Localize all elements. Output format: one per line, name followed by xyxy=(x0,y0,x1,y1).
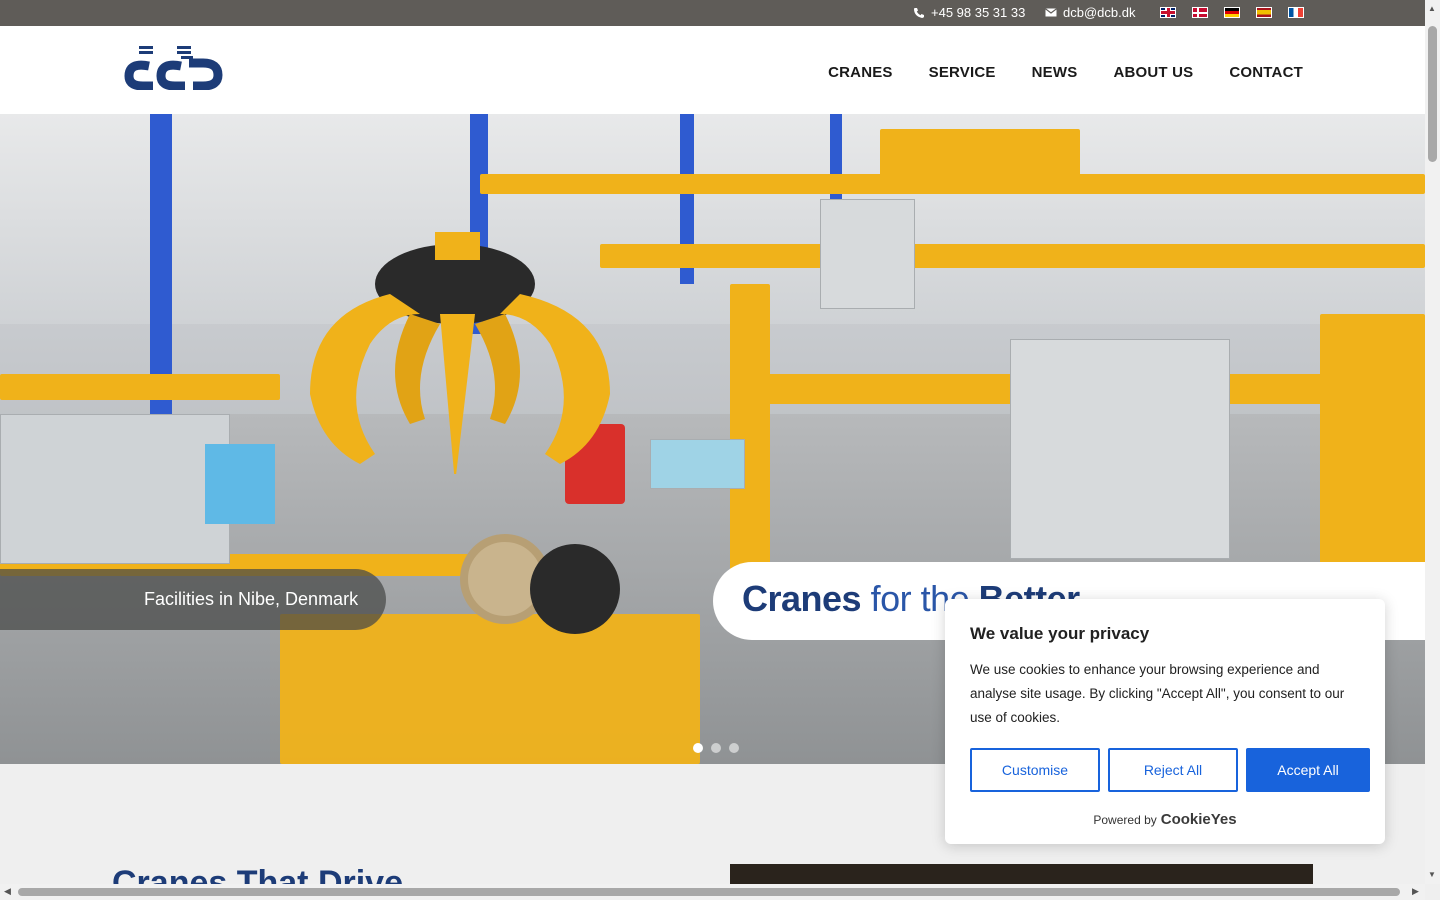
dcb-logo[interactable] xyxy=(123,46,223,90)
slider-dot-1[interactable] xyxy=(693,743,703,753)
phone-icon xyxy=(914,7,924,18)
nav-cranes[interactable]: CRANES xyxy=(828,64,893,81)
customise-button[interactable]: Customise xyxy=(970,748,1100,792)
slider-dots xyxy=(693,743,739,753)
scroll-down-icon[interactable]: ▼ xyxy=(1428,870,1436,879)
slider-dot-3[interactable] xyxy=(729,743,739,753)
hero-caption-location: Facilities in Nibe, Denmark xyxy=(0,569,386,630)
site-header: CRANES SERVICE NEWS ABOUT US CONTACT xyxy=(0,26,1425,114)
scroll-right-icon[interactable]: ▶ xyxy=(1412,886,1419,897)
nav-about-us[interactable]: ABOUT US xyxy=(1113,64,1193,81)
email-address: dcb@dcb.dk xyxy=(1063,5,1136,20)
top-bar: +45 98 35 31 33 dcb@dcb.dk xyxy=(0,0,1425,26)
scroll-left-icon[interactable]: ◀ xyxy=(4,886,11,897)
horizontal-scroll-thumb[interactable] xyxy=(18,888,1400,896)
phone-number: +45 98 35 31 33 xyxy=(931,5,1026,20)
horizontal-scrollbar[interactable]: ◀ ▶ xyxy=(0,884,1425,900)
powered-by: Powered by CookieYes xyxy=(945,811,1385,828)
phone-link[interactable]: +45 98 35 31 33 xyxy=(913,5,1025,20)
caption-location-text: Facilities in Nibe, Denmark xyxy=(144,589,359,609)
nav-service[interactable]: SERVICE xyxy=(929,64,996,81)
flag-danish-icon[interactable] xyxy=(1192,7,1208,18)
email-link[interactable]: dcb@dcb.dk xyxy=(1045,5,1135,20)
vertical-scroll-thumb[interactable] xyxy=(1428,26,1437,162)
powered-by-label: Powered by xyxy=(1093,813,1157,827)
reject-all-button[interactable]: Reject All xyxy=(1108,748,1238,792)
cookie-consent-banner: We value your privacy We use cookies to … xyxy=(945,599,1385,844)
nav-news[interactable]: NEWS xyxy=(1032,64,1078,81)
flag-spanish-icon[interactable] xyxy=(1256,7,1272,18)
mail-icon xyxy=(1045,8,1057,17)
cookie-buttons: Customise Reject All Accept All xyxy=(970,748,1370,792)
cookieyes-logo[interactable]: CookieYes xyxy=(1161,811,1237,828)
cookie-description: We use cookies to enhance your browsing … xyxy=(970,662,1345,725)
nav-contact[interactable]: CONTACT xyxy=(1229,64,1303,81)
flag-english-icon[interactable] xyxy=(1160,7,1176,18)
scroll-up-icon[interactable]: ▲ xyxy=(1428,4,1436,13)
language-switcher xyxy=(1160,7,1304,18)
vertical-scrollbar[interactable]: ▲ ▼ xyxy=(1425,0,1440,884)
cookie-title: We value your privacy xyxy=(970,624,1150,643)
flag-german-icon[interactable] xyxy=(1224,7,1240,18)
flag-french-icon[interactable] xyxy=(1288,7,1304,18)
accept-all-button[interactable]: Accept All xyxy=(1246,748,1370,792)
main-nav: CRANES SERVICE NEWS ABOUT US CONTACT xyxy=(828,64,1303,81)
slider-dot-2[interactable] xyxy=(711,743,721,753)
